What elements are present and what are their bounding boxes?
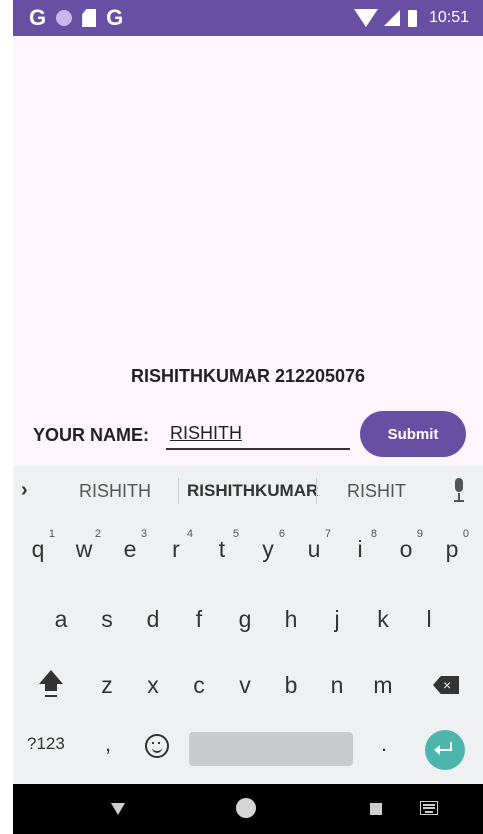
key-e[interactable]: e3 xyxy=(110,526,150,572)
key-i[interactable]: i8 xyxy=(340,526,380,572)
suggestion-divider xyxy=(178,478,179,504)
key-m[interactable]: m xyxy=(363,662,403,708)
google-icon: G xyxy=(29,5,47,30)
keyboard-icon[interactable] xyxy=(420,801,438,815)
enter-icon[interactable] xyxy=(425,730,465,770)
key-n[interactable]: n xyxy=(317,662,357,708)
key-x[interactable]: x xyxy=(133,662,173,708)
key-t[interactable]: t5 xyxy=(202,526,242,572)
expand-suggestions-icon[interactable]: › xyxy=(21,479,28,502)
suggestion-item[interactable]: RISHITHKUMAR xyxy=(187,481,318,501)
emoji-icon[interactable] xyxy=(145,734,169,758)
sd-card-icon xyxy=(82,9,97,27)
home-icon[interactable] xyxy=(236,798,256,818)
backspace-icon[interactable]: × xyxy=(433,676,459,694)
navigation-bar xyxy=(13,784,483,834)
suggestion-bar: › RISHITH RISHITHKUMAR RISHIT xyxy=(13,466,483,516)
key-d[interactable]: d xyxy=(133,596,173,642)
key-h[interactable]: h xyxy=(271,596,311,642)
key-v[interactable]: v xyxy=(225,662,265,708)
wifi-icon xyxy=(353,9,378,27)
circle-icon xyxy=(56,10,73,26)
phone-screen: G G 10:51 RISHITHKUMAR 212205076 YOUR NA… xyxy=(13,0,483,834)
key-z[interactable]: z xyxy=(87,662,127,708)
symbols-key[interactable]: ?123 xyxy=(27,734,65,754)
status-left-icons: G G xyxy=(29,6,123,30)
key-a[interactable]: a xyxy=(41,596,81,642)
key-k[interactable]: k xyxy=(363,596,403,642)
key-f[interactable]: f xyxy=(179,596,219,642)
suggestion-item[interactable]: RISHIT xyxy=(347,481,406,502)
space-key[interactable] xyxy=(189,732,353,766)
key-r[interactable]: r4 xyxy=(156,526,196,572)
back-icon[interactable] xyxy=(111,803,125,815)
shift-icon[interactable] xyxy=(36,668,66,698)
key-g[interactable]: g xyxy=(225,596,265,642)
key-c[interactable]: c xyxy=(179,662,219,708)
status-time: 10:51 xyxy=(428,9,469,26)
key-b[interactable]: b xyxy=(271,662,311,708)
submit-button[interactable]: Submit xyxy=(360,411,466,457)
key-y[interactable]: y6 xyxy=(248,526,288,572)
key-l[interactable]: l xyxy=(409,596,449,642)
name-label: YOUR NAME: xyxy=(33,425,149,445)
key-s[interactable]: s xyxy=(87,596,127,642)
name-input[interactable] xyxy=(166,418,350,450)
recents-icon[interactable] xyxy=(370,803,382,815)
suggestion-divider xyxy=(316,478,317,504)
key-u[interactable]: u7 xyxy=(294,526,334,572)
comma-key[interactable]: , xyxy=(105,731,111,757)
key-o[interactable]: o9 xyxy=(386,526,426,572)
suggestion-item[interactable]: RISHITH xyxy=(79,481,151,502)
key-p[interactable]: p0 xyxy=(432,526,472,572)
microphone-icon[interactable] xyxy=(453,478,465,504)
status-right-icons: 10:51 xyxy=(353,6,469,30)
battery-icon xyxy=(407,9,417,27)
soft-keyboard: › RISHITH RISHITHKUMAR RISHIT q1 w2 e3 r… xyxy=(13,466,483,784)
period-key[interactable]: . xyxy=(381,731,387,757)
google-icon: G xyxy=(106,5,124,30)
key-w[interactable]: w2 xyxy=(64,526,104,572)
key-j[interactable]: j xyxy=(317,596,357,642)
cell-signal-icon xyxy=(383,10,400,26)
key-q[interactable]: q1 xyxy=(18,526,58,572)
title-text: RISHITHKUMAR 212205076 xyxy=(130,366,366,386)
status-bar: G G 10:51 xyxy=(13,0,483,36)
